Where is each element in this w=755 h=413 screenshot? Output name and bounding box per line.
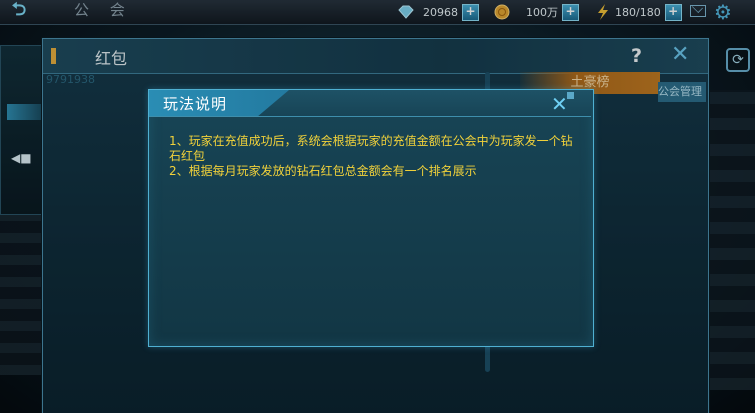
close-icon[interactable]: ✕	[551, 92, 575, 114]
rule-line: 2、根据每月玩家发放的钻石红包总金额会有一个排名展示	[169, 164, 477, 178]
rules-text: 1、玩家在充值成功后，系统会根据玩家的充值金额在公会中为玩家发一个钻石红包 2、…	[169, 134, 579, 179]
rule-line: 1、玩家在充值成功后，系统会根据玩家的充值金额在公会中为玩家发一个钻石红包	[169, 134, 573, 163]
rules-dialog: 玩法说明 ✕ 1、玩家在充值成功后，系统会根据玩家的充值金额在公会中为玩家发一个…	[148, 89, 594, 347]
rules-dialog-header: 玩法说明 ✕	[149, 90, 591, 117]
close-corner-square	[567, 92, 574, 99]
rules-dialog-title: 玩法说明	[163, 95, 228, 113]
game-screen: ⮌ 公 会 20968 + 100万 + 180/180 + ⚙ ◀■ ⟳ 红包…	[0, 0, 755, 413]
